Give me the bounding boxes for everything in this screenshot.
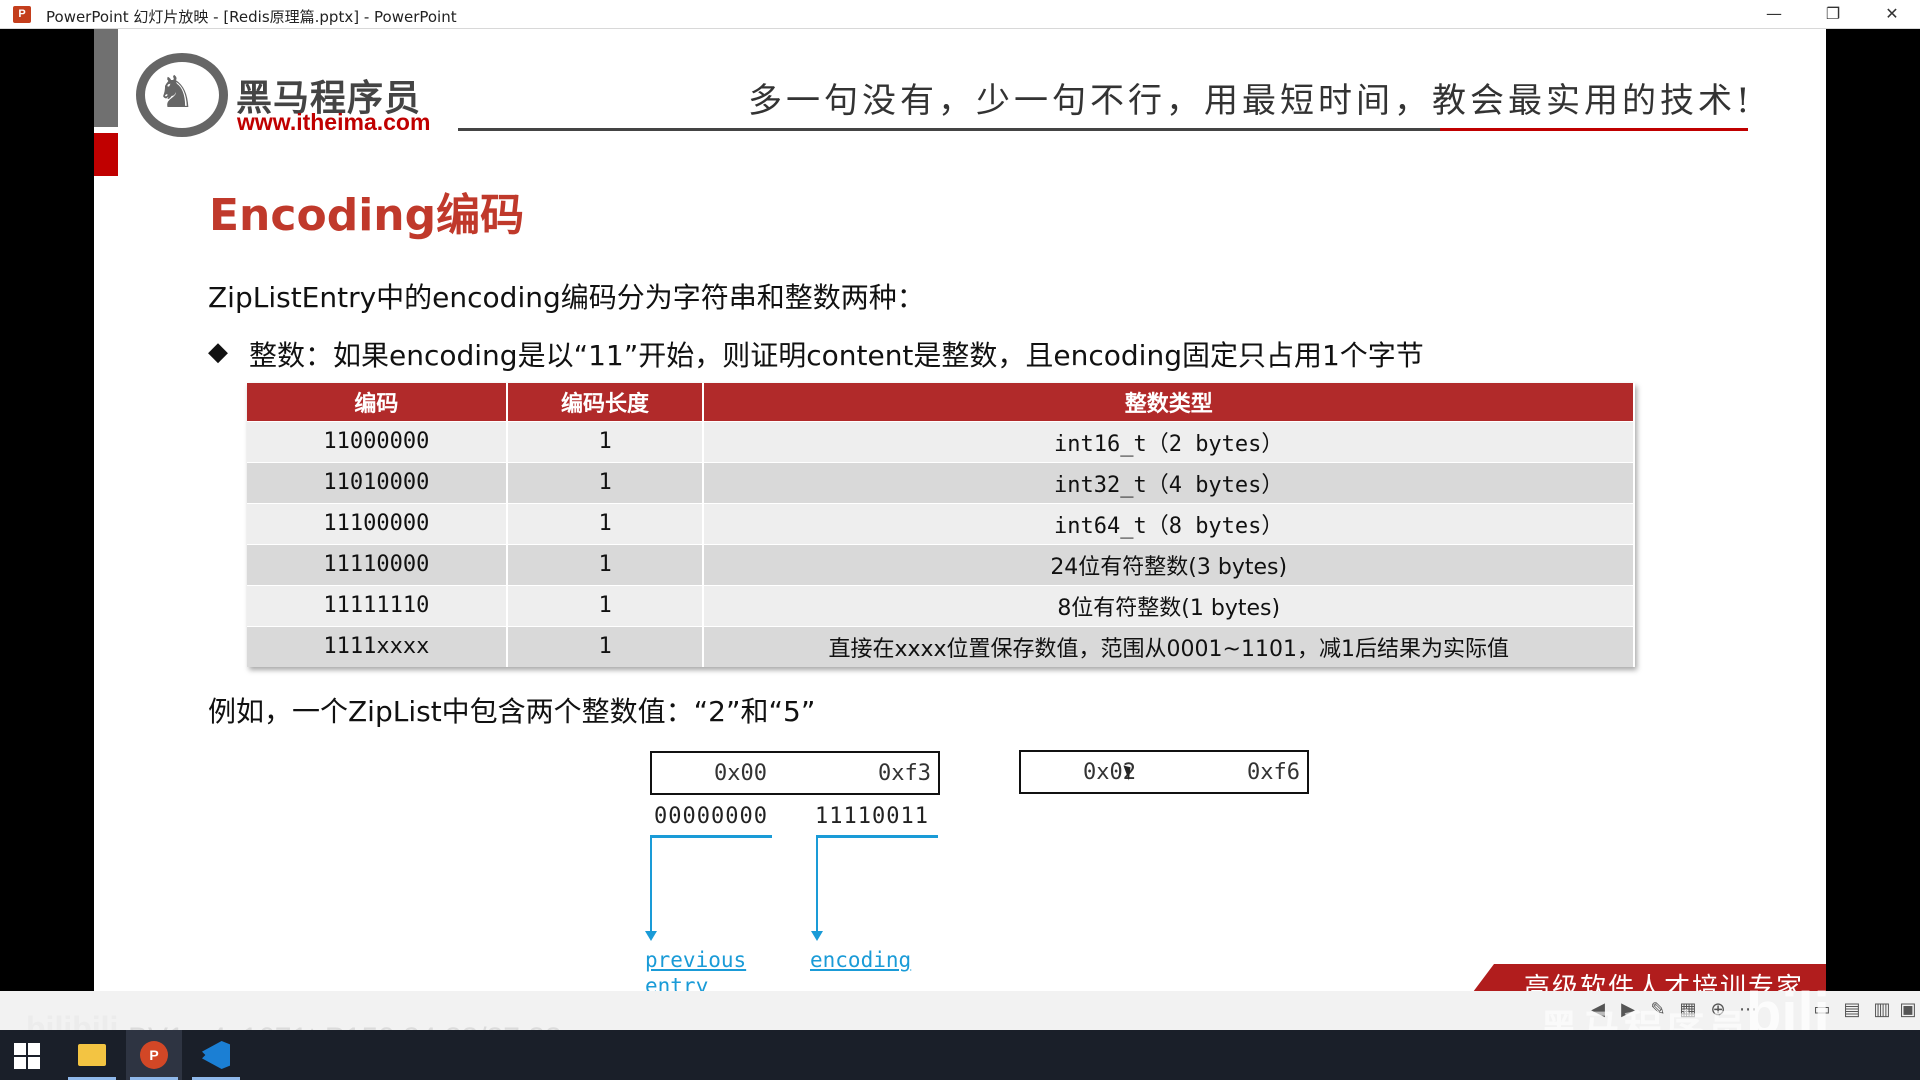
table-header-row: 编码 编码长度 整数类型 [247,383,1635,421]
encoding-table: 编码 编码长度 整数类型 11000000 1 int16_t（2 bytes）… [247,383,1635,667]
label-line: entry [645,974,709,991]
slideshow-view-icon[interactable]: ▣ [1896,998,1920,1022]
slide-sorter-icon[interactable]: ▤ [1840,998,1864,1022]
taskbar-explorer[interactable] [64,1030,120,1080]
slogan: 多一句没有，少一句不行，用最短时间，教会最实用的技术! [748,81,1754,121]
entry1-enc-bits: 11110011 [815,804,929,829]
windows-start-icon[interactable] [14,1043,40,1069]
cell-int-type: 8位有符整数(1 bytes) [703,584,1635,626]
cell-int-type: int16_t（2 bytes） [703,420,1635,462]
cell-encoding: 11110000 [247,543,508,585]
cell-length: 1 [506,461,705,503]
vscode-icon [202,1041,230,1069]
logo-horse-icon: ♞ [156,67,196,118]
table-row: 11100000 1 int64_t（8 bytes） [247,502,1635,544]
cell-length: 1 [506,420,705,462]
cell-encoding: 1111xxxx [247,625,508,667]
cell-int-type: int32_t（4 bytes） [703,461,1635,503]
prev-arrowhead-icon [645,931,657,941]
table-row: 1111xxxx 1 直接在xxxx位置保存数值，范围从0001~1101，减1… [247,625,1635,667]
cell-length: 1 [506,502,705,544]
taskbar: P [0,1030,1920,1080]
cell-length: 1 [506,543,705,585]
entry1-enc-hex: 0xf3 [878,761,931,786]
header-int-type: 整数类型 [703,383,1635,421]
header-length: 编码长度 [506,383,705,421]
taskbar-vscode[interactable] [188,1030,244,1080]
ziplist-entry-1: 0x00 0xf3 [650,751,940,795]
entry1-prev-hex: 0x00 [714,761,767,786]
diamond-bullet-icon: ◆ [208,337,228,367]
prev-bits-underline [650,835,772,838]
enc-arrow-line [816,837,818,933]
cell-encoding: 11010000 [247,461,508,503]
powerpoint-app-icon: P [13,6,31,23]
enc-arrowhead-icon [811,931,823,941]
label-line: previous [645,948,747,972]
window-titlebar: P PowerPoint 幻灯片放映 - [Redis原理篇.pptx] - P… [0,0,1920,29]
cell-encoding: 11111110 [247,584,508,626]
cell-encoding: 11000000 [247,420,508,462]
example-text: 例如，一个ZipList中包含两个整数值：“2”和“5” [208,695,816,728]
enc-bits-underline [816,835,938,838]
table-row: 11000000 1 int16_t（2 bytes） [247,420,1635,462]
ziplist-entry-2: 0x02 0xf6 [1019,750,1309,794]
folder-icon [78,1044,106,1066]
intro-text: ZipListEntry中的encoding编码分为字符串和整数两种： [208,281,925,314]
window-title: PowerPoint 幻灯片放映 - [Redis原理篇.pptx] - Pow… [46,8,457,26]
minimize-button[interactable]: — [1746,0,1802,28]
prev-arrow-line [650,837,652,933]
label-previous-entry-length: previous entry length [645,947,746,991]
table-row: 11010000 1 int32_t（4 bytes） [247,461,1635,503]
entry1-prev-bits: 00000000 [654,804,768,829]
taskbar-powerpoint[interactable]: P [126,1030,182,1080]
slide[interactable]: ♞ 黑马程序员 www.itheima.com 多一句没有，少一句不行，用最短时… [94,29,1826,991]
header-encoding: 编码 [247,383,508,421]
header-divider-accent [1440,128,1748,131]
logo-url: www.itheima.com [237,109,431,135]
decor-bar-red [94,133,118,176]
cell-int-type: 直接在xxxx位置保存数值，范围从0001~1101，减1后结果为实际值 [703,625,1635,667]
cell-length: 1 [506,625,705,667]
powerpoint-icon: P [140,1041,168,1069]
cell-int-type: 24位有符整数(3 bytes) [703,543,1635,585]
cell-encoding: 11100000 [247,502,508,544]
cell-int-type: int64_t（8 bytes） [703,502,1635,544]
decor-bar-gray [94,29,118,127]
entry2-enc-hex: 0xf6 [1247,760,1300,785]
reading-view-icon[interactable]: ▥ [1870,998,1894,1022]
restore-button[interactable]: ❐ [1805,0,1861,28]
label-encoding: encoding [810,948,912,972]
table-row: 11111110 1 8位有符整数(1 bytes) [247,584,1635,626]
cell-length: 1 [506,584,705,626]
close-button[interactable]: ✕ [1864,0,1920,28]
slide-title: Encoding编码 [209,190,525,241]
bullet-text: 整数：如果encoding是以“11”开始，则证明content是整数，且enc… [249,339,1424,372]
table-row: 11110000 1 24位有符整数(3 bytes) [247,543,1635,585]
